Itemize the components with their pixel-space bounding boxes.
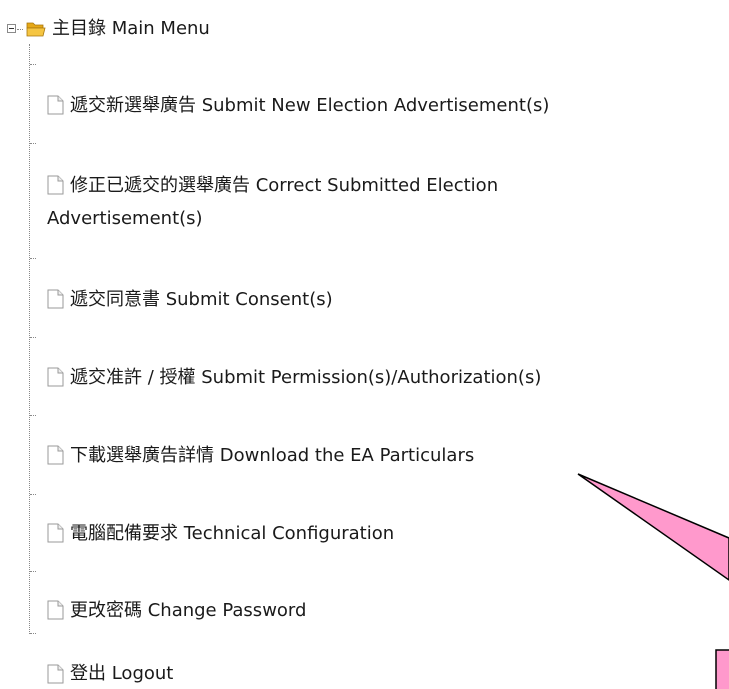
menu-item-correct-submitted-ea-line2[interactable]: Advertisement(s) [47, 207, 203, 231]
tree-connector [30, 143, 36, 144]
menu-item-submit-new-ea[interactable]: 遞交新選舉廣告 Submit New Election Advertisemen… [70, 94, 549, 118]
tree-connector [30, 64, 36, 65]
menu-item-change-password[interactable]: 更改密碼 Change Password [70, 599, 306, 623]
tree-connector [17, 29, 23, 30]
menu-item-logout[interactable]: 登出 Logout [70, 662, 173, 686]
document-icon [47, 95, 64, 115]
menu-tree: 主目錄 Main Menu 遞交新選舉廣告 Submit New Electio… [0, 0, 729, 689]
folder-open-icon [26, 22, 46, 37]
menu-item-download-ea-particulars[interactable]: 下載選舉廣告詳情 Download the EA Particulars [70, 444, 474, 468]
tree-vertical-line [29, 44, 30, 634]
menu-item-submit-permission[interactable]: 遞交准許 / 授權 Submit Permission(s)/Authoriza… [70, 366, 541, 390]
document-icon [47, 664, 64, 684]
tree-connector [30, 494, 36, 495]
tree-connector [30, 337, 36, 338]
document-icon [47, 600, 64, 620]
tree-connector [30, 633, 36, 634]
document-icon [47, 289, 64, 309]
document-icon [47, 367, 64, 387]
tree-connector [30, 415, 36, 416]
menu-item-submit-consent[interactable]: 遞交同意書 Submit Consent(s) [70, 288, 333, 312]
tree-connector [30, 571, 36, 572]
menu-item-technical-configuration[interactable]: 電腦配備要求 Technical Configuration [70, 522, 394, 546]
main-menu-root[interactable]: 主目錄 Main Menu [52, 17, 210, 41]
menu-item-correct-submitted-ea[interactable]: 修正已遞交的選舉廣告 Correct Submitted Election [70, 174, 498, 198]
tree-connector [30, 258, 36, 259]
document-icon [47, 523, 64, 543]
document-icon [47, 175, 64, 195]
collapse-icon[interactable] [7, 24, 16, 33]
document-icon [47, 445, 64, 465]
